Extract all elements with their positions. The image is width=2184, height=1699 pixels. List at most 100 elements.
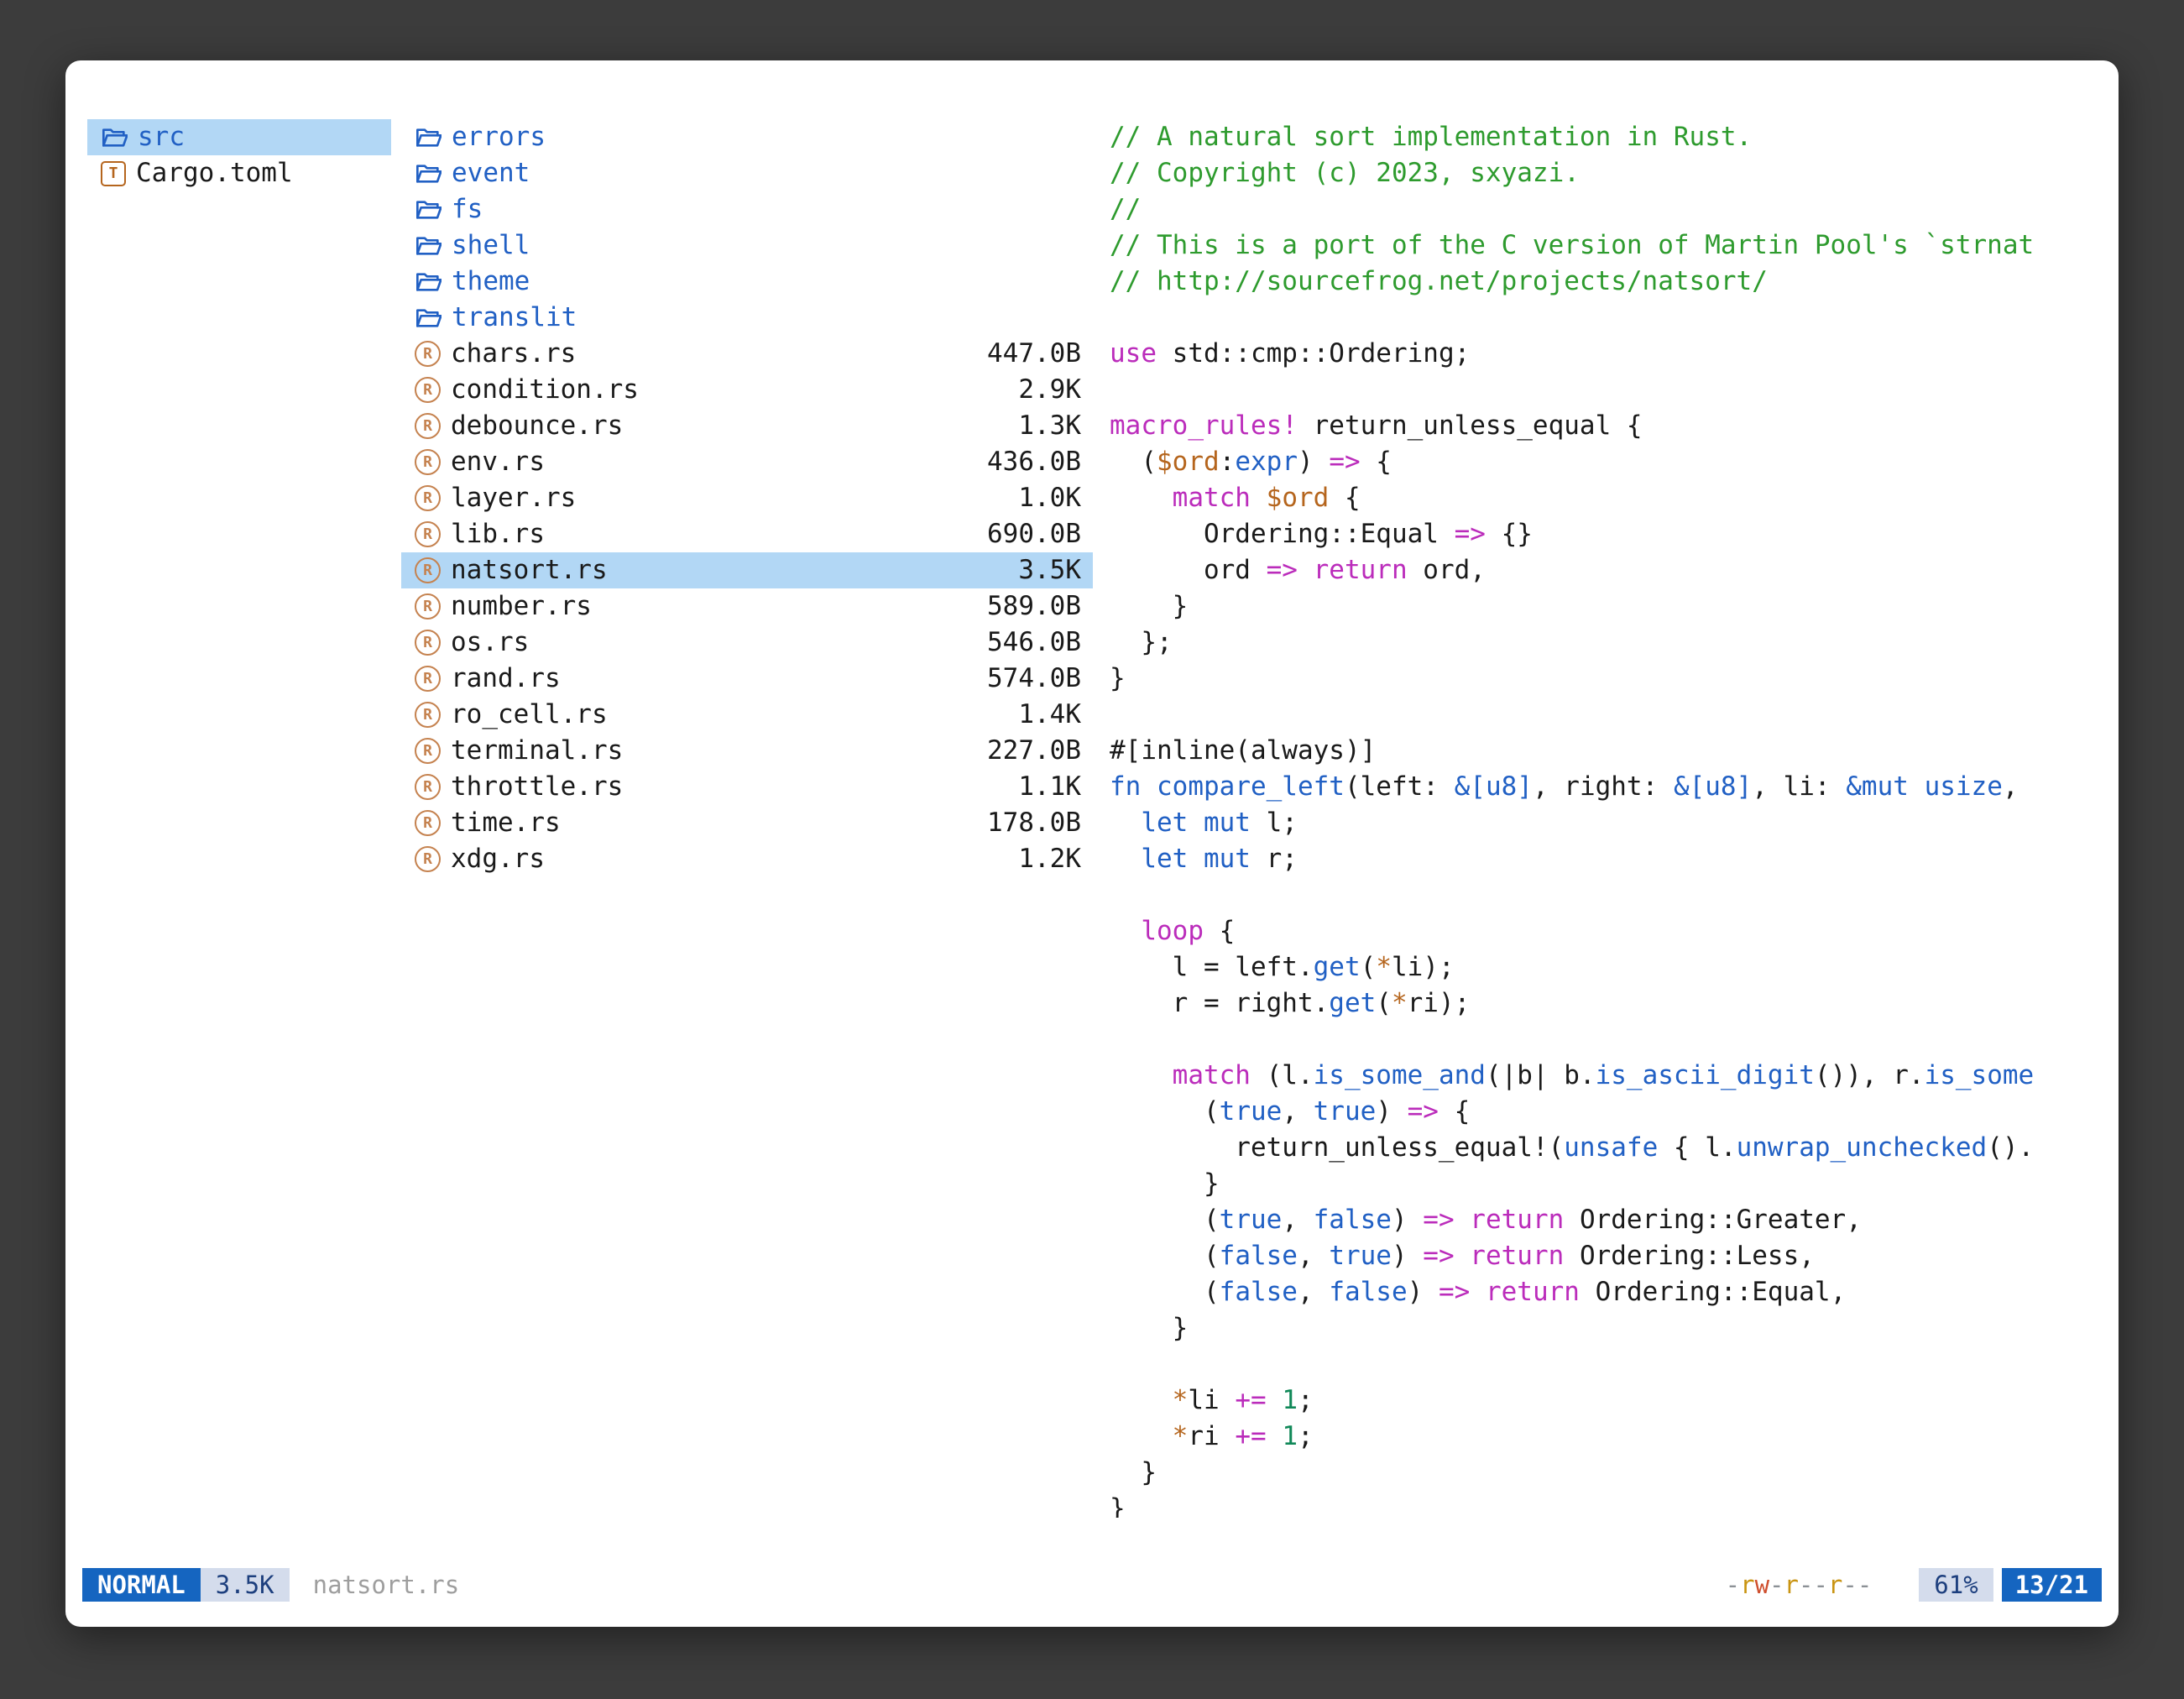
entry-size: 546.0B [987,625,1081,661]
rust-file-icon: R [415,557,441,583]
file-row[interactable]: Rxdg.rs1.2K [401,841,1093,877]
entry-size: 1.0K [1018,480,1081,516]
dir-row[interactable]: theme [401,264,1093,300]
file-row[interactable]: T Cargo.toml [87,155,391,191]
dir-row[interactable]: src [87,119,391,155]
preview-pane[interactable]: // A natural sort implementation in Rust… [1110,119,2105,1518]
entry-size: 447.0B [987,336,1081,372]
code-line: macro_rules! return_unless_equal { [1110,408,2105,444]
dir-row[interactable]: errors [401,119,1093,155]
file-row[interactable]: Rcondition.rs2.9K [401,372,1093,408]
file-row[interactable]: Renv.rs436.0B [401,444,1093,480]
rust-file-icon: R [415,846,441,872]
entry-name: src [138,119,185,155]
code-line: // A natural sort implementation in Rust… [1110,119,2105,155]
code-line: (false, false) => return Ordering::Equal… [1110,1274,2105,1310]
code-line: loop { [1110,913,2105,949]
dir-row[interactable]: translit [401,300,1093,336]
code-line: r = right.get(*ri); [1110,985,2105,1022]
folder-open-icon [415,124,442,151]
rust-file-icon: R [415,774,441,800]
rust-file-icon: R [415,738,441,764]
code-line [1110,1022,2105,1058]
code-line: *li += 1; [1110,1383,2105,1419]
code-line: *ri += 1; [1110,1419,2105,1455]
code-line: // [1110,191,2105,227]
code-line: (true, false) => return Ordering::Greate… [1110,1202,2105,1238]
cursor-position-badge: 13/21 [2002,1568,2102,1602]
code-line: Ordering::Equal => {} [1110,516,2105,552]
code-line: } [1110,1491,2105,1518]
entry-size: 690.0B [987,516,1081,552]
entry-name: time.rs [451,805,561,841]
code-line: match $ord { [1110,480,2105,516]
code-line: // Copyright (c) 2023, sxyazi. [1110,155,2105,191]
rust-file-icon: R [415,521,441,547]
file-row[interactable]: Rdebounce.rs1.3K [401,408,1093,444]
rust-file-icon: R [415,341,441,367]
entry-size: 1.4K [1018,697,1081,733]
code-line: use std::cmp::Ordering; [1110,336,2105,372]
parent-pane: src T Cargo.toml [87,119,391,191]
entry-name: ro_cell.rs [451,697,608,733]
entry-name: debounce.rs [451,408,623,444]
entry-name: rand.rs [451,661,561,697]
file-row[interactable]: Rro_cell.rs 1.4K [401,697,1093,733]
code-line: l = left.get(*li); [1110,949,2105,985]
entry-name: chars.rs [451,336,576,372]
folder-open-icon [415,269,442,295]
file-size-chip: 3.5K [201,1568,290,1602]
code-line [1110,372,2105,408]
code-line: ord => return ord, [1110,552,2105,588]
status-filename: natsort.rs [313,1571,460,1599]
file-row[interactable]: Rnatsort.rs3.5K [401,552,1093,588]
file-row[interactable]: Rchars.rs 447.0B [401,336,1093,372]
file-row[interactable]: Rlayer.rs1.0K [401,480,1093,516]
entry-name: Cargo.toml [136,155,293,191]
dir-row[interactable]: fs [401,191,1093,227]
status-bar: NORMAL 3.5K natsort.rs -rw-r--r-- 61% 13… [82,1568,2102,1602]
entry-size: 2.9K [1018,372,1081,408]
entry-name: xdg.rs [451,841,545,877]
yazi-window: src T Cargo.toml errorseventfsshellthemetr… [65,60,2119,1627]
entry-name: throttle.rs [451,769,623,805]
dir-row[interactable]: event [401,155,1093,191]
entry-name: number.rs [451,588,592,625]
code-line: match (l.is_some_and(|b| b.is_ascii_digi… [1110,1058,2105,1094]
folder-open-icon [415,196,442,223]
code-line: #[inline(always)] [1110,733,2105,769]
file-row[interactable]: Rlib.rs690.0B [401,516,1093,552]
rust-file-icon: R [415,449,441,475]
file-row[interactable]: Rthrottle.rs 1.1K [401,769,1093,805]
scroll-percent-chip: 61% [1919,1568,1993,1602]
folder-open-icon [415,233,442,259]
code-line: ($ord:expr) => { [1110,444,2105,480]
rust-file-icon: R [415,666,441,692]
code-line: } [1110,661,2105,697]
toml-file-icon: T [101,161,126,186]
entry-size: 436.0B [987,444,1081,480]
code-line: return_unless_equal!(unsafe { l.unwrap_u… [1110,1130,2105,1166]
entry-size: 1.1K [1018,769,1081,805]
code-line: let mut l; [1110,805,2105,841]
entry-size: 1.3K [1018,408,1081,444]
file-row[interactable]: Rtime.rs178.0B [401,805,1093,841]
dir-row[interactable]: shell [401,227,1093,264]
code-line: // http://sourcefrog.net/projects/natsor… [1110,264,2105,300]
file-row[interactable]: Rnumber.rs589.0B [401,588,1093,625]
entry-size: 227.0B [987,733,1081,769]
file-row[interactable]: Rterminal.rs 227.0B [401,733,1093,769]
rust-file-icon: R [415,702,441,728]
folder-open-icon [415,305,442,332]
file-row[interactable]: Ros.rs546.0B [401,625,1093,661]
rust-file-icon: R [415,810,441,836]
entry-name: translit [452,300,577,336]
folder-open-icon [415,160,442,187]
entry-name: terminal.rs [451,733,623,769]
rust-file-icon: R [415,593,441,619]
entry-name: layer.rs [451,480,576,516]
file-row[interactable]: Rrand.rs574.0B [401,661,1093,697]
code-line: } [1110,1166,2105,1202]
code-line: }; [1110,625,2105,661]
entry-name: condition.rs [451,372,639,408]
